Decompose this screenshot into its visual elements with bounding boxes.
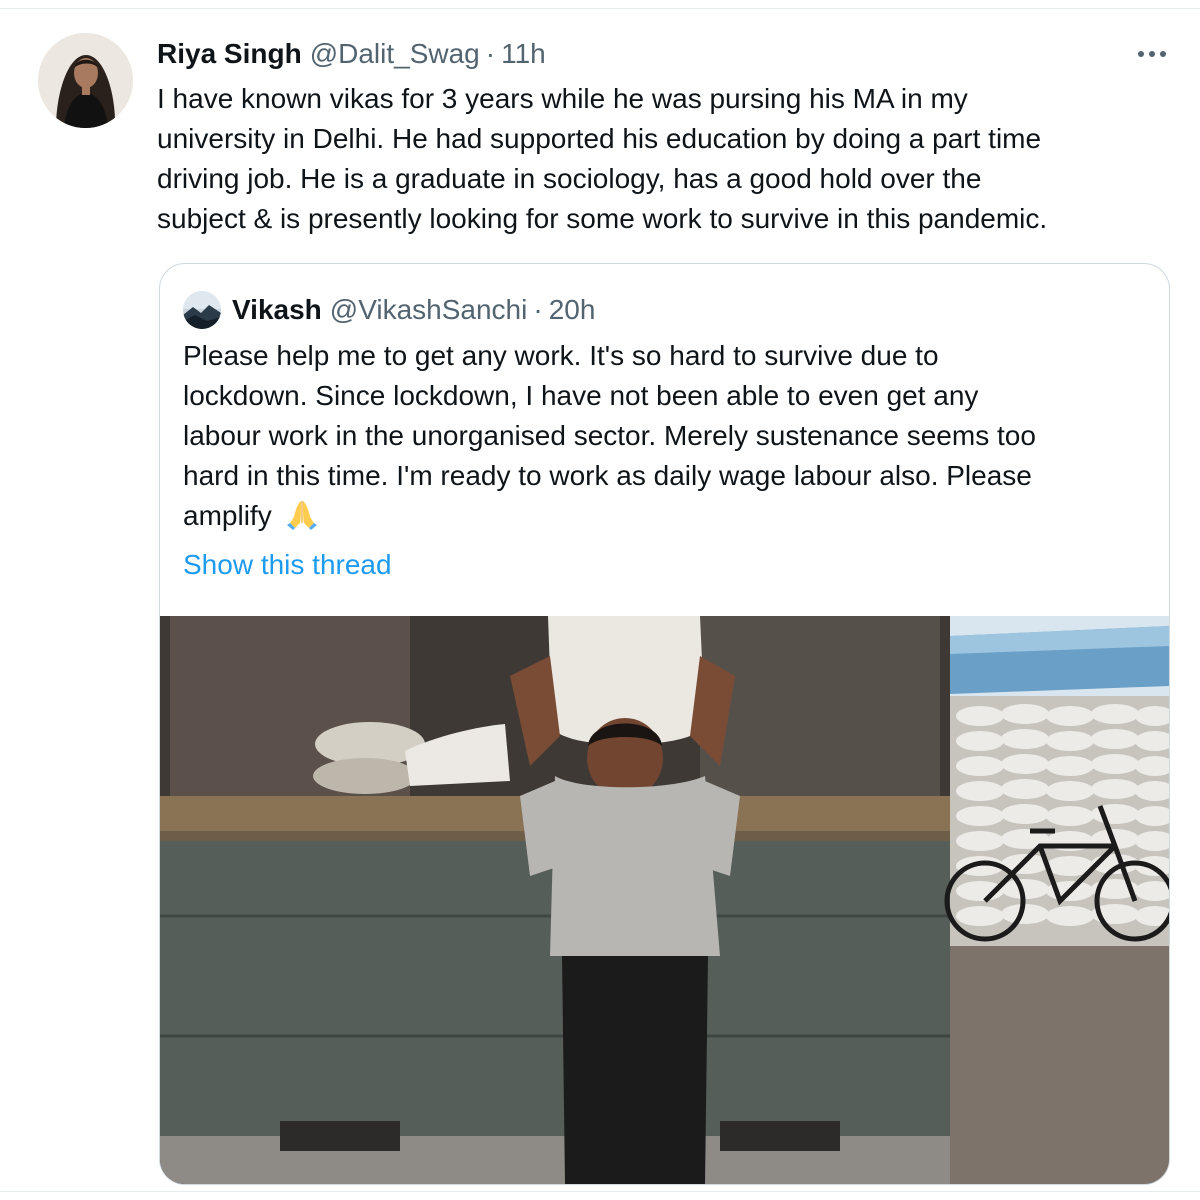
author-handle[interactable]: @Dalit_Swag	[310, 38, 480, 70]
quoted-tweet-timestamp[interactable]: 20h	[549, 294, 596, 326]
quoted-tweet-photo[interactable]	[160, 616, 1169, 1184]
show-thread-link[interactable]: Show this thread	[183, 545, 392, 585]
folded-hands-icon	[285, 497, 319, 531]
quoted-tweet-text: Please help me to get any work. It's so …	[183, 336, 1163, 536]
quoted-text-line: Please help me to get any work. It's so …	[183, 340, 939, 371]
tweet-text-line: I have known vikas for 3 years while he …	[157, 83, 968, 114]
quoted-author-display-name[interactable]: Vikash	[232, 294, 322, 326]
quoted-author-handle[interactable]: @VikashSanchi	[330, 294, 528, 326]
quoted-header-separator: ·	[533, 294, 543, 325]
quoted-text-line: amplify	[183, 500, 272, 531]
tweet-text-line: university in Delhi. He had supported hi…	[157, 123, 1042, 154]
tweet-text: I have known vikas for 3 years while he …	[157, 79, 1177, 239]
author-display-name[interactable]: Riya Singh	[157, 38, 302, 70]
more-horizontal-icon	[1136, 51, 1169, 57]
tweet-text-line: driving job. He is a graduate in sociolo…	[157, 163, 982, 194]
quoted-text-line-last: amplify	[183, 496, 1163, 536]
quoted-text-line: labour work in the unorganised sector. M…	[183, 420, 1036, 451]
top-divider	[0, 0, 1200, 9]
author-avatar[interactable]	[38, 33, 133, 128]
quoted-text-line: hard in this time. I'm ready to work as …	[183, 460, 1032, 491]
more-options-button[interactable]	[1132, 38, 1172, 70]
quoted-tweet-card[interactable]: Vikash @VikashSanchi · 20h Please help m…	[159, 263, 1170, 1185]
tweet-timestamp[interactable]: 11h	[501, 38, 546, 70]
tweet-header: Riya Singh @Dalit_Swag · 11h	[157, 34, 546, 74]
quoted-author-avatar[interactable]	[183, 291, 221, 329]
tweet-text-line: subject & is presently looking for some …	[157, 203, 1048, 234]
quoted-tweet-header: Vikash @VikashSanchi · 20h	[232, 290, 595, 330]
quoted-text-line: lockdown. Since lockdown, I have not bee…	[183, 380, 979, 411]
header-separator: ·	[485, 38, 496, 69]
